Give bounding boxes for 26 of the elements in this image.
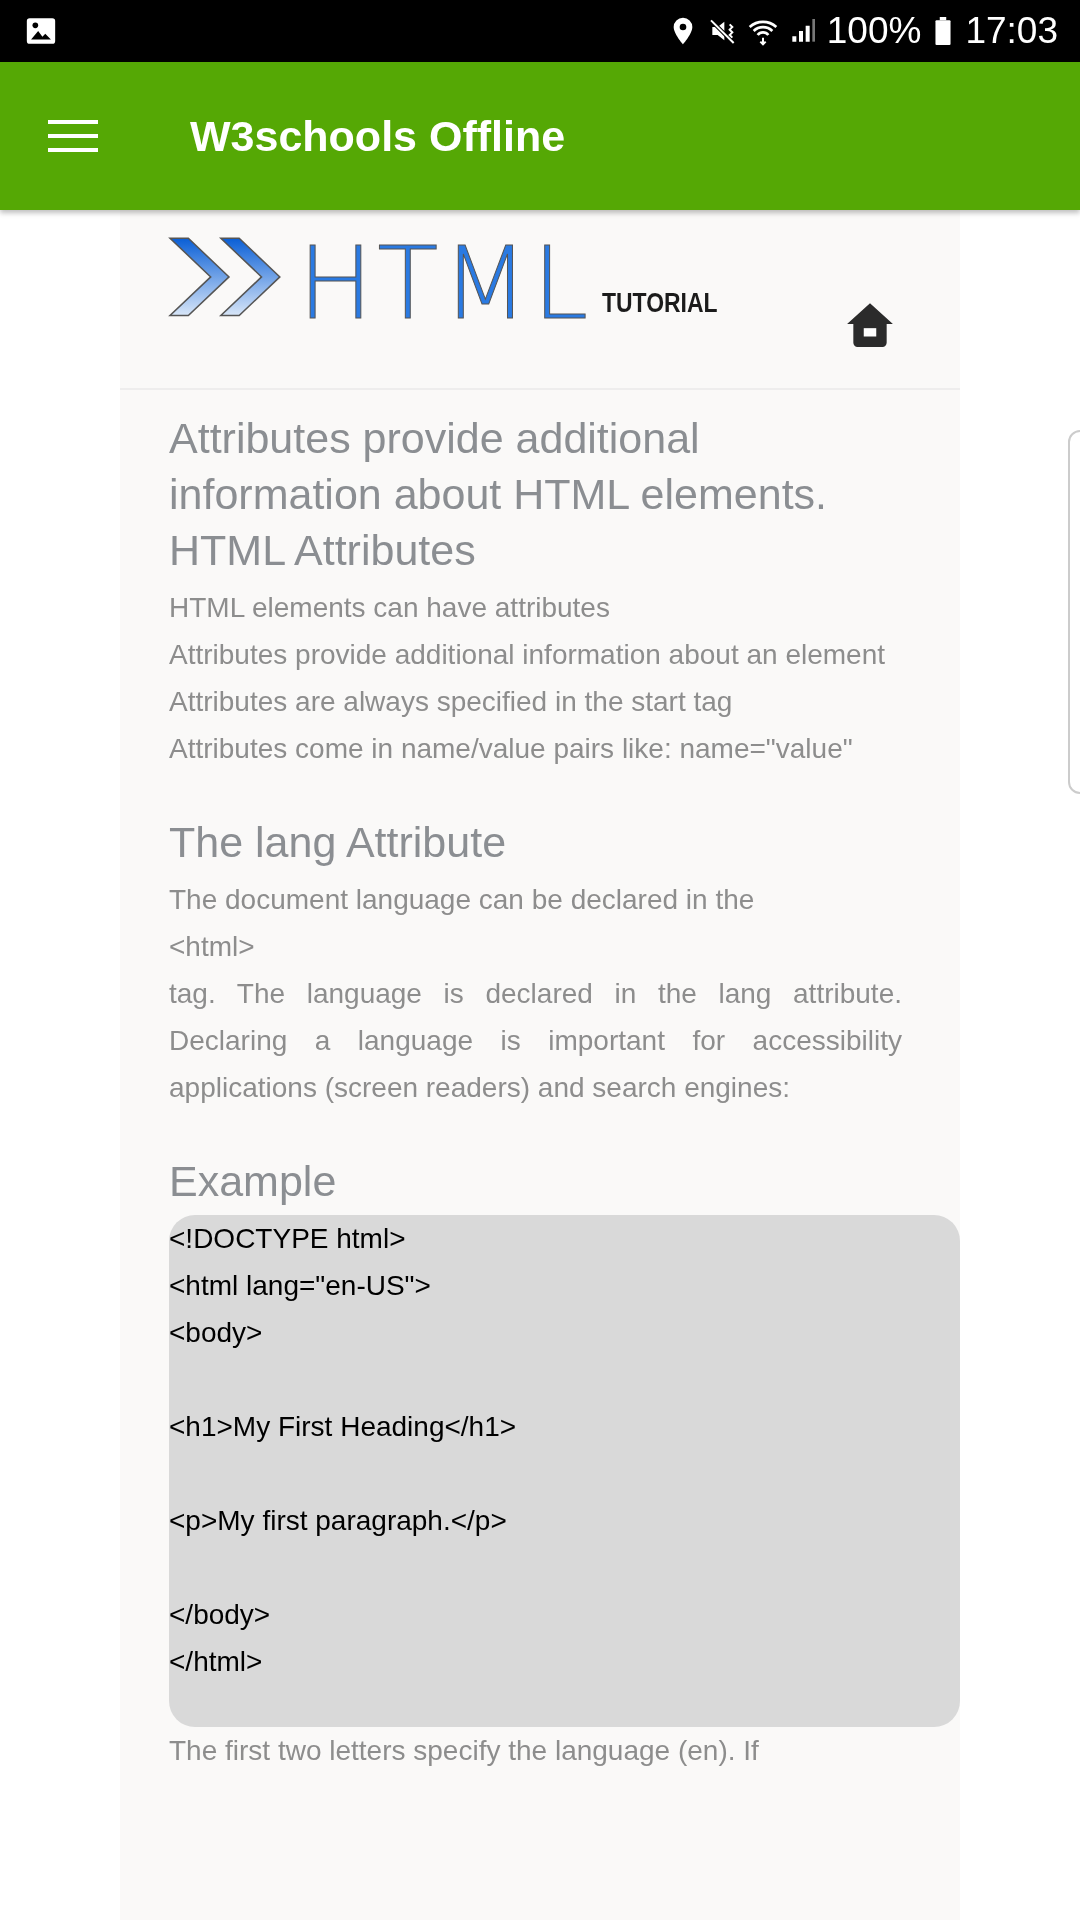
code-line: <p>My first paragraph.</p>: [169, 1504, 508, 1538]
section-heading: Attributes provide additional information about HTML elements.: [169, 413, 829, 520]
logo-title: HTML: [298, 236, 593, 332]
code-line: <html lang="en-US">: [169, 1269, 432, 1303]
menu-icon[interactable]: [48, 120, 98, 152]
code-line: </html>: [169, 1645, 264, 1679]
paragraph-text: Attributes come in name/value pairs like: name="value": [169, 732, 854, 766]
paragraph-text: The first two letters specify the language (en). If: [169, 1734, 760, 1768]
section-heading: The lang Attribute: [169, 817, 508, 868]
app-title: W3schools Offline: [190, 111, 566, 161]
paragraph-text: Attributes provide additional information about an element: [169, 638, 886, 672]
code-line: <body>: [169, 1316, 264, 1350]
battery-percentage: 100%: [826, 10, 922, 52]
clock: 17:03: [965, 10, 1058, 52]
paragraph-text: <html>: [169, 930, 256, 964]
code-line: </body>: [169, 1598, 272, 1632]
paragraph-text: tag. The language is declared in the lang attribute. Declaring a language is important for accessibility applications (screen readers) and search engines:: [169, 977, 902, 1105]
section-heading: Example: [169, 1156, 338, 1207]
paragraph-text: Attributes are always specified in the start tag: [169, 685, 734, 719]
logo-subtitle: TUTORIAL: [602, 288, 718, 319]
section-heading: HTML Attributes: [169, 525, 477, 576]
battery-icon: [935, 17, 952, 45]
code-line: <!DOCTYPE html>: [169, 1222, 407, 1256]
paragraph-text: HTML elements can have attributes: [169, 591, 611, 625]
paragraph-text: The document language can be declared in the: [169, 883, 756, 917]
code-line: <h1>My First Heading</h1>: [169, 1410, 518, 1444]
